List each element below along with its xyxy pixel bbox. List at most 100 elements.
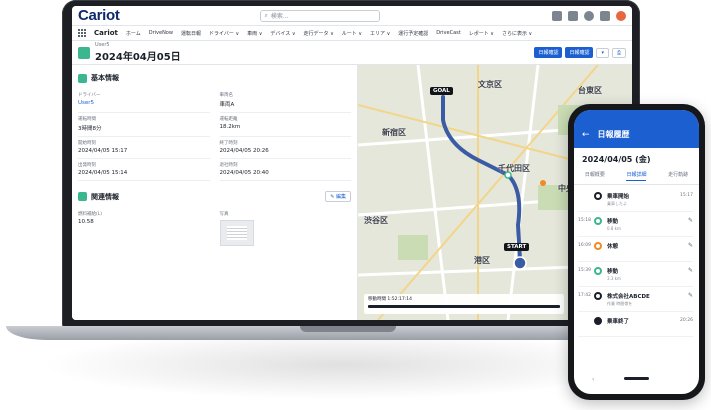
phone-header: ← 日報履歴 (574, 110, 699, 148)
field-value: 18.2km (219, 124, 241, 130)
related-info-header: 関連情報 ✎ 編集 (78, 191, 351, 202)
route-timeline[interactable]: 移動時間 1:52:17:14 (364, 294, 564, 314)
status-dot-icon (594, 242, 602, 250)
item-time: 16:09 (578, 243, 591, 248)
nav-bar: Cariot ホーム DriveNow 運転日報 ドライバー ∨ 車両 ∨ デバ… (72, 26, 632, 41)
print-icon[interactable]: ⎙ (611, 47, 626, 58)
help-icon[interactable] (584, 10, 594, 21)
gear-icon[interactable] (600, 10, 610, 21)
status-dot-icon (594, 292, 602, 300)
nav-item-drivecast[interactable]: DriveCast (436, 30, 460, 36)
list-item[interactable]: 15:18 移動 0.8 km ✎ (578, 212, 693, 237)
field-label: 写真 (219, 212, 229, 217)
item-time (578, 192, 594, 193)
field-leave-time: 退社時刻 2024/04/05 20:40 (219, 159, 351, 181)
field-label: ドライバー (78, 93, 101, 98)
list-item[interactable]: 17:42 株式会社ABCDE 作業 時間帯を ✎ (578, 287, 693, 312)
phone-title: 日報履歴 (597, 130, 630, 139)
field-value: 2024/04/05 20:26 (219, 148, 269, 154)
laptop-notch (300, 326, 396, 332)
tab-report-detail[interactable]: 日報詳細 (626, 169, 647, 181)
driver-link[interactable]: User5 (78, 100, 210, 106)
favorites-icon[interactable] (552, 10, 562, 21)
nav-item-vehicle[interactable]: 車両 ∨ (247, 30, 262, 37)
basic-info-header: 基本情報 (78, 73, 351, 83)
list-item[interactable]: 乗車終了 20:26 (578, 312, 693, 337)
nav-item-report[interactable]: レポート ∨ (469, 30, 494, 37)
confirm-report-button-2[interactable]: 日報確認 (565, 47, 594, 58)
record-type-icon (78, 46, 90, 59)
nav-item-driving-data[interactable]: 走行データ ∨ (303, 30, 333, 37)
field-label: 車両名 (219, 93, 234, 98)
map-label: 新宿区 (382, 128, 406, 137)
laptop-shadow (40, 330, 640, 400)
app-name: Cariot (94, 29, 118, 37)
field-vehicle: 車両名 車両A (219, 89, 351, 113)
edit-label: 編集 (335, 194, 346, 200)
photo-thumbnail[interactable] (219, 220, 254, 246)
search-input[interactable]: ⌕ 検索... (259, 9, 380, 22)
item-text: 乗車開始 乗車したよ (607, 192, 680, 207)
nav-item-schedule[interactable]: 運行予定確認 (398, 30, 428, 37)
item-meta: 3.3 km (607, 276, 621, 281)
list-item[interactable]: 乗車開始 乗車したよ 15:17 (578, 187, 693, 212)
basic-info-title: 基本情報 (91, 74, 119, 82)
item-time (578, 317, 594, 318)
previous-arrow-icon[interactable]: ‹ (592, 376, 594, 383)
pencil-icon[interactable]: ✎ (688, 217, 693, 224)
field-label: 運転時間 (78, 117, 96, 122)
dropdown-button[interactable]: ▾ (596, 47, 609, 58)
section-icon (78, 192, 87, 201)
search-icon: ⌕ (264, 11, 268, 19)
field-drive-time: 運転時間 3時間8分 (78, 113, 210, 137)
laptop-screen: Cariot ⌕ 検索... Cariot ホーム DriveNow 運転日報 … (72, 6, 632, 320)
phone-device: ← 日報履歴 2024/04/05 (金) 日報概要 日報詳細 走行軌跡 乗車開… (568, 104, 705, 400)
goal-marker[interactable]: GOAL (430, 87, 453, 95)
home-indicator[interactable] (624, 377, 649, 380)
item-right: 20:26 (680, 318, 693, 323)
nav-item-driver[interactable]: ドライバー ∨ (209, 30, 239, 37)
back-arrow-icon[interactable]: ← (582, 130, 590, 140)
list-item[interactable]: 16:09 休憩 ✎ (578, 237, 693, 262)
pencil-icon[interactable]: ✎ (688, 242, 693, 249)
timeline-bar[interactable] (368, 305, 560, 308)
status-dot-icon (594, 192, 602, 200)
tab-route-track[interactable]: 走行軌跡 (668, 169, 688, 181)
confirm-report-button[interactable]: 日報確認 (534, 47, 563, 58)
nav-item-daily-report[interactable]: 運転日報 (181, 30, 201, 37)
timeline-list: 乗車開始 乗車したよ 15:17 15:18 移動 0.8 km ✎ 16:09 (574, 185, 699, 337)
field-value: 2024/04/05 15:17 (78, 148, 128, 154)
item-right: 15:17 (680, 193, 693, 198)
nav-item-drivenow[interactable]: DriveNow (149, 30, 173, 36)
field-label: 運転距離 (219, 117, 238, 122)
nav-item-route[interactable]: ルート ∨ (342, 30, 362, 37)
field-depart-time: 出発時刻 2024/04/05 15:14 (78, 159, 210, 181)
record-body: 基本情報 ドライバー User5 車両名 車両A 運転時間 3時間8分 運転距離… (72, 65, 632, 320)
stage: Cariot ⌕ 検索... Cariot ホーム DriveNow 運転日報 … (0, 0, 711, 410)
brand-logo[interactable]: Cariot (78, 7, 120, 24)
list-item[interactable]: 15:39 移動 3.3 km ✎ (578, 262, 693, 287)
app-launcher-icon[interactable] (78, 29, 86, 37)
record-header: User5 2024年04月05日 日報確認 日報確認 ▾ ⎙ (72, 41, 632, 65)
pencil-icon[interactable]: ✎ (688, 267, 693, 274)
item-text: 移動 3.3 km (607, 267, 688, 281)
item-name: 休憩 (607, 244, 619, 250)
tab-report-summary[interactable]: 日報概要 (585, 169, 605, 181)
nav-item-more[interactable]: さらに表示 ∨ (502, 30, 532, 37)
add-icon[interactable] (568, 10, 578, 21)
field-value: 10.58 (78, 219, 94, 225)
related-info-title: 関連情報 (91, 192, 119, 201)
edit-button[interactable]: ✎ 編集 (325, 191, 351, 202)
nav-item-area[interactable]: エリア ∨ (370, 30, 390, 37)
field-label: 出発時刻 (78, 163, 96, 168)
record-actions: 日報確認 日報確認 ▾ ⎙ (534, 47, 626, 58)
nav-item-device[interactable]: デバイス ∨ (270, 30, 295, 37)
item-meta: 乗車したよ (607, 201, 627, 206)
avatar[interactable] (616, 10, 626, 21)
item-name: 株式会社ABCDE (607, 294, 650, 300)
nav-item-home[interactable]: ホーム (126, 30, 141, 37)
field-value: 2024/04/05 20:40 (219, 170, 269, 176)
pencil-icon[interactable]: ✎ (688, 292, 693, 299)
status-dot-icon (594, 217, 602, 225)
start-marker[interactable]: START (504, 243, 530, 251)
